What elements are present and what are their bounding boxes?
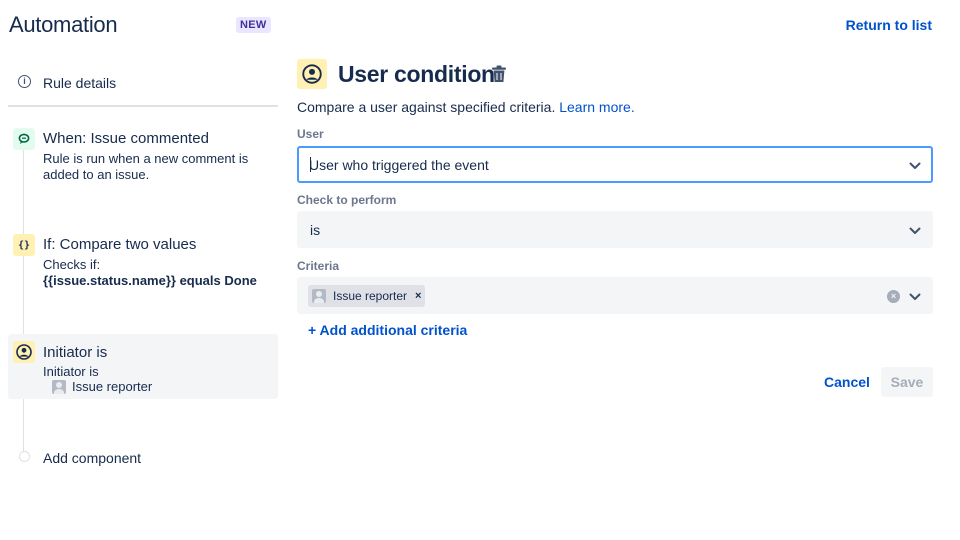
check-select-value: is [310,221,321,238]
criteria-field-label: Criteria [297,259,340,273]
curly-braces-icon: {} [13,234,35,256]
empty-circle-icon [19,451,30,462]
text-cursor [310,157,311,172]
step-description: Rule is run when a new comment is added … [43,151,249,182]
step-description: Checks if: {{issue.status.name}} equals … [43,257,283,289]
check-select[interactable]: is [297,211,933,248]
timeline-line [23,150,24,452]
condition-description: Compare a user against specified criteri… [297,99,635,115]
new-badge: NEW [236,17,271,33]
user-select[interactable]: User who triggered the event [297,146,933,183]
step-description: Initiator is [43,364,99,379]
user-condition-panel: User condition Compare a user against sp… [297,58,933,418]
chevron-down-icon [908,290,922,304]
step-when-issue-commented[interactable]: When: Issue commented Rule is run when a… [8,126,278,186]
info-icon: i [18,75,31,88]
page-title: User condition [338,61,495,87]
step-if-compare-values[interactable]: {} If: Compare two values Checks if: {{i… [8,232,278,292]
rule-details-label: Rule details [43,75,117,91]
add-criteria-link[interactable]: + Add additional criteria [308,322,467,338]
chevron-down-icon [908,224,922,238]
user-icon [297,59,327,89]
description-text: Compare a user against specified criteri… [297,99,556,115]
avatar [52,379,66,394]
clear-icon[interactable]: × [887,290,900,303]
user-icon [13,341,35,363]
check-field-label: Check to perform [297,193,397,207]
criteria-tag-label: Issue reporter [333,288,408,303]
add-component-label: Add component [43,450,142,466]
step-title: When: Issue commented [43,130,209,147]
criteria-select[interactable]: Issue reporter × × [297,277,933,314]
app-title: Automation [9,12,118,37]
user-field-label: User [297,127,324,141]
add-component-item[interactable]: Add component [8,442,278,472]
step-title: Initiator is [43,344,108,361]
step-value: Issue reporter [52,379,152,394]
tag-remove-icon[interactable]: × [415,290,421,302]
step-description-prefix: Checks if: [43,257,101,272]
rule-sidebar: i Rule details When: Issue commented Rul… [8,62,278,482]
avatar [312,288,326,303]
step-value-label: Issue reporter [72,379,153,394]
step-initiator-is[interactable]: Initiator is Initiator is Issue reporter [8,334,278,399]
learn-more-link[interactable]: Learn more. [559,99,634,115]
step-title: If: Compare two values [43,236,197,253]
save-button[interactable]: Save [881,367,933,397]
comment-icon [13,128,35,150]
rule-details-item[interactable]: i Rule details [8,62,278,104]
cancel-button[interactable]: Cancel [817,367,877,397]
criteria-tag: Issue reporter × [308,284,426,307]
sidebar-divider [8,105,278,107]
chevron-down-icon [908,159,922,173]
user-select-value: User who triggered the event [309,156,489,173]
trash-icon[interactable] [491,65,507,83]
step-description-code: {{issue.status.name}} equals Done [43,273,257,288]
return-to-list-link[interactable]: Return to list [846,17,932,33]
